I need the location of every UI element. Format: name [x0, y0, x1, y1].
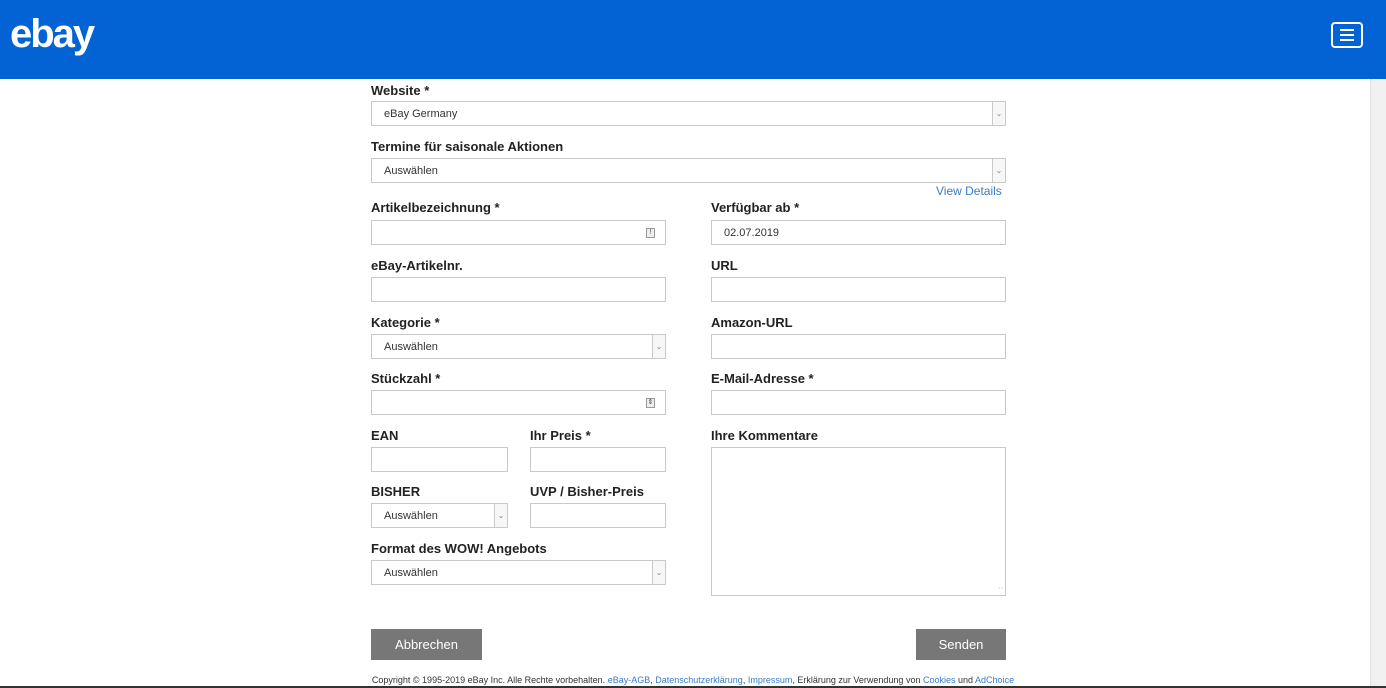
footer-cookies-link[interactable]: Cookies	[923, 675, 956, 685]
footer: Copyright © 1995-2019 eBay Inc. Alle Rec…	[0, 675, 1386, 685]
termine-label: Termine für saisonale Aktionen	[371, 139, 564, 154]
hamburger-menu-icon[interactable]	[1331, 22, 1363, 48]
vertical-scrollbar[interactable]	[1370, 79, 1386, 688]
termine-select-value: Auswählen	[384, 164, 438, 177]
kommentare-textarea[interactable]: ⋅⋅	[711, 447, 1006, 596]
website-select-value: eBay Germany	[384, 107, 458, 120]
chevron-down-icon: ⌄	[992, 102, 1005, 125]
cancel-button[interactable]: Abbrechen	[371, 629, 482, 660]
format-select[interactable]: Auswählen ⌄	[371, 560, 666, 585]
kategorie-select[interactable]: Auswählen ⌄	[371, 334, 666, 359]
website-label: Website *	[371, 83, 430, 98]
format-select-value: Auswählen	[384, 566, 438, 579]
email-label: E-Mail-Adresse *	[711, 371, 814, 386]
ebay-logo[interactable]: ebay	[10, 12, 95, 57]
verfuegbar-ab-label: Verfügbar ab *	[711, 200, 800, 215]
footer-datenschutz-link[interactable]: Datenschutzerklärung	[655, 675, 743, 685]
amazon-url-input[interactable]	[711, 334, 1006, 359]
uvp-input[interactable]	[530, 503, 666, 528]
uvp-label: UVP / Bisher-Preis	[530, 484, 644, 499]
ihr-preis-input[interactable]	[530, 447, 666, 472]
stueckzahl-input[interactable]: ⇕	[371, 390, 666, 415]
url-input[interactable]	[711, 277, 1006, 302]
bisher-select-value: Auswählen	[384, 509, 438, 522]
email-input[interactable]	[711, 390, 1006, 415]
artikelbezeichnung-input[interactable]: !	[371, 220, 666, 245]
footer-adchoice-link[interactable]: AdChoice	[975, 675, 1014, 685]
ihr-preis-label: Ihr Preis *	[530, 428, 591, 443]
verfuegbar-ab-input[interactable]: 02.07.2019	[711, 220, 1006, 245]
kommentare-label: Ihre Kommentare	[711, 428, 818, 443]
artikelnr-input[interactable]	[371, 277, 666, 302]
stueckzahl-label: Stückzahl *	[371, 371, 441, 386]
footer-separator: ,	[742, 675, 746, 685]
resize-handle-icon[interactable]: ⋅⋅	[998, 585, 1003, 593]
artikelnr-label: eBay-Artikelnr.	[371, 258, 463, 273]
verfuegbar-ab-value: 02.07.2019	[724, 226, 780, 239]
chevron-down-icon: ⌄	[652, 335, 665, 358]
url-label: URL	[711, 258, 738, 273]
chevron-down-icon: ⌄	[652, 561, 665, 584]
amazon-url-label: Amazon-URL	[711, 315, 793, 330]
spinner-icon[interactable]: ⇕	[646, 398, 655, 408]
footer-impressum-link[interactable]: Impressum	[748, 675, 793, 685]
view-details-link[interactable]: View Details	[936, 184, 1002, 198]
footer-und-text: und	[958, 675, 974, 685]
ean-label: EAN	[371, 428, 399, 443]
footer-copyright: Copyright © 1995-2019 eBay Inc. Alle Rec…	[371, 675, 606, 685]
chevron-down-icon: ⌄	[494, 504, 507, 527]
website-select[interactable]: eBay Germany ⌄	[371, 101, 1006, 126]
termine-select[interactable]: Auswählen ⌄	[371, 158, 1006, 183]
header-bar: ebay	[0, 0, 1386, 79]
input-helper-icon: !	[646, 228, 655, 238]
format-label: Format des WOW! Angebots	[371, 541, 547, 556]
bisher-select[interactable]: Auswählen ⌄	[371, 503, 508, 528]
bisher-label: BISHER	[371, 484, 421, 499]
footer-agb-link[interactable]: eBay-AGB	[608, 675, 651, 685]
ean-input[interactable]	[371, 447, 508, 472]
submit-button[interactable]: Senden	[916, 629, 1006, 660]
artikelbezeichnung-label: Artikelbezeichnung *	[371, 200, 500, 215]
kategorie-select-value: Auswählen	[384, 340, 438, 353]
footer-erklaerung-text: , Erklärung zur Verwendung von	[792, 675, 921, 685]
kategorie-label: Kategorie *	[371, 315, 440, 330]
footer-separator: ,	[650, 675, 653, 685]
chevron-down-icon: ⌄	[992, 159, 1005, 182]
